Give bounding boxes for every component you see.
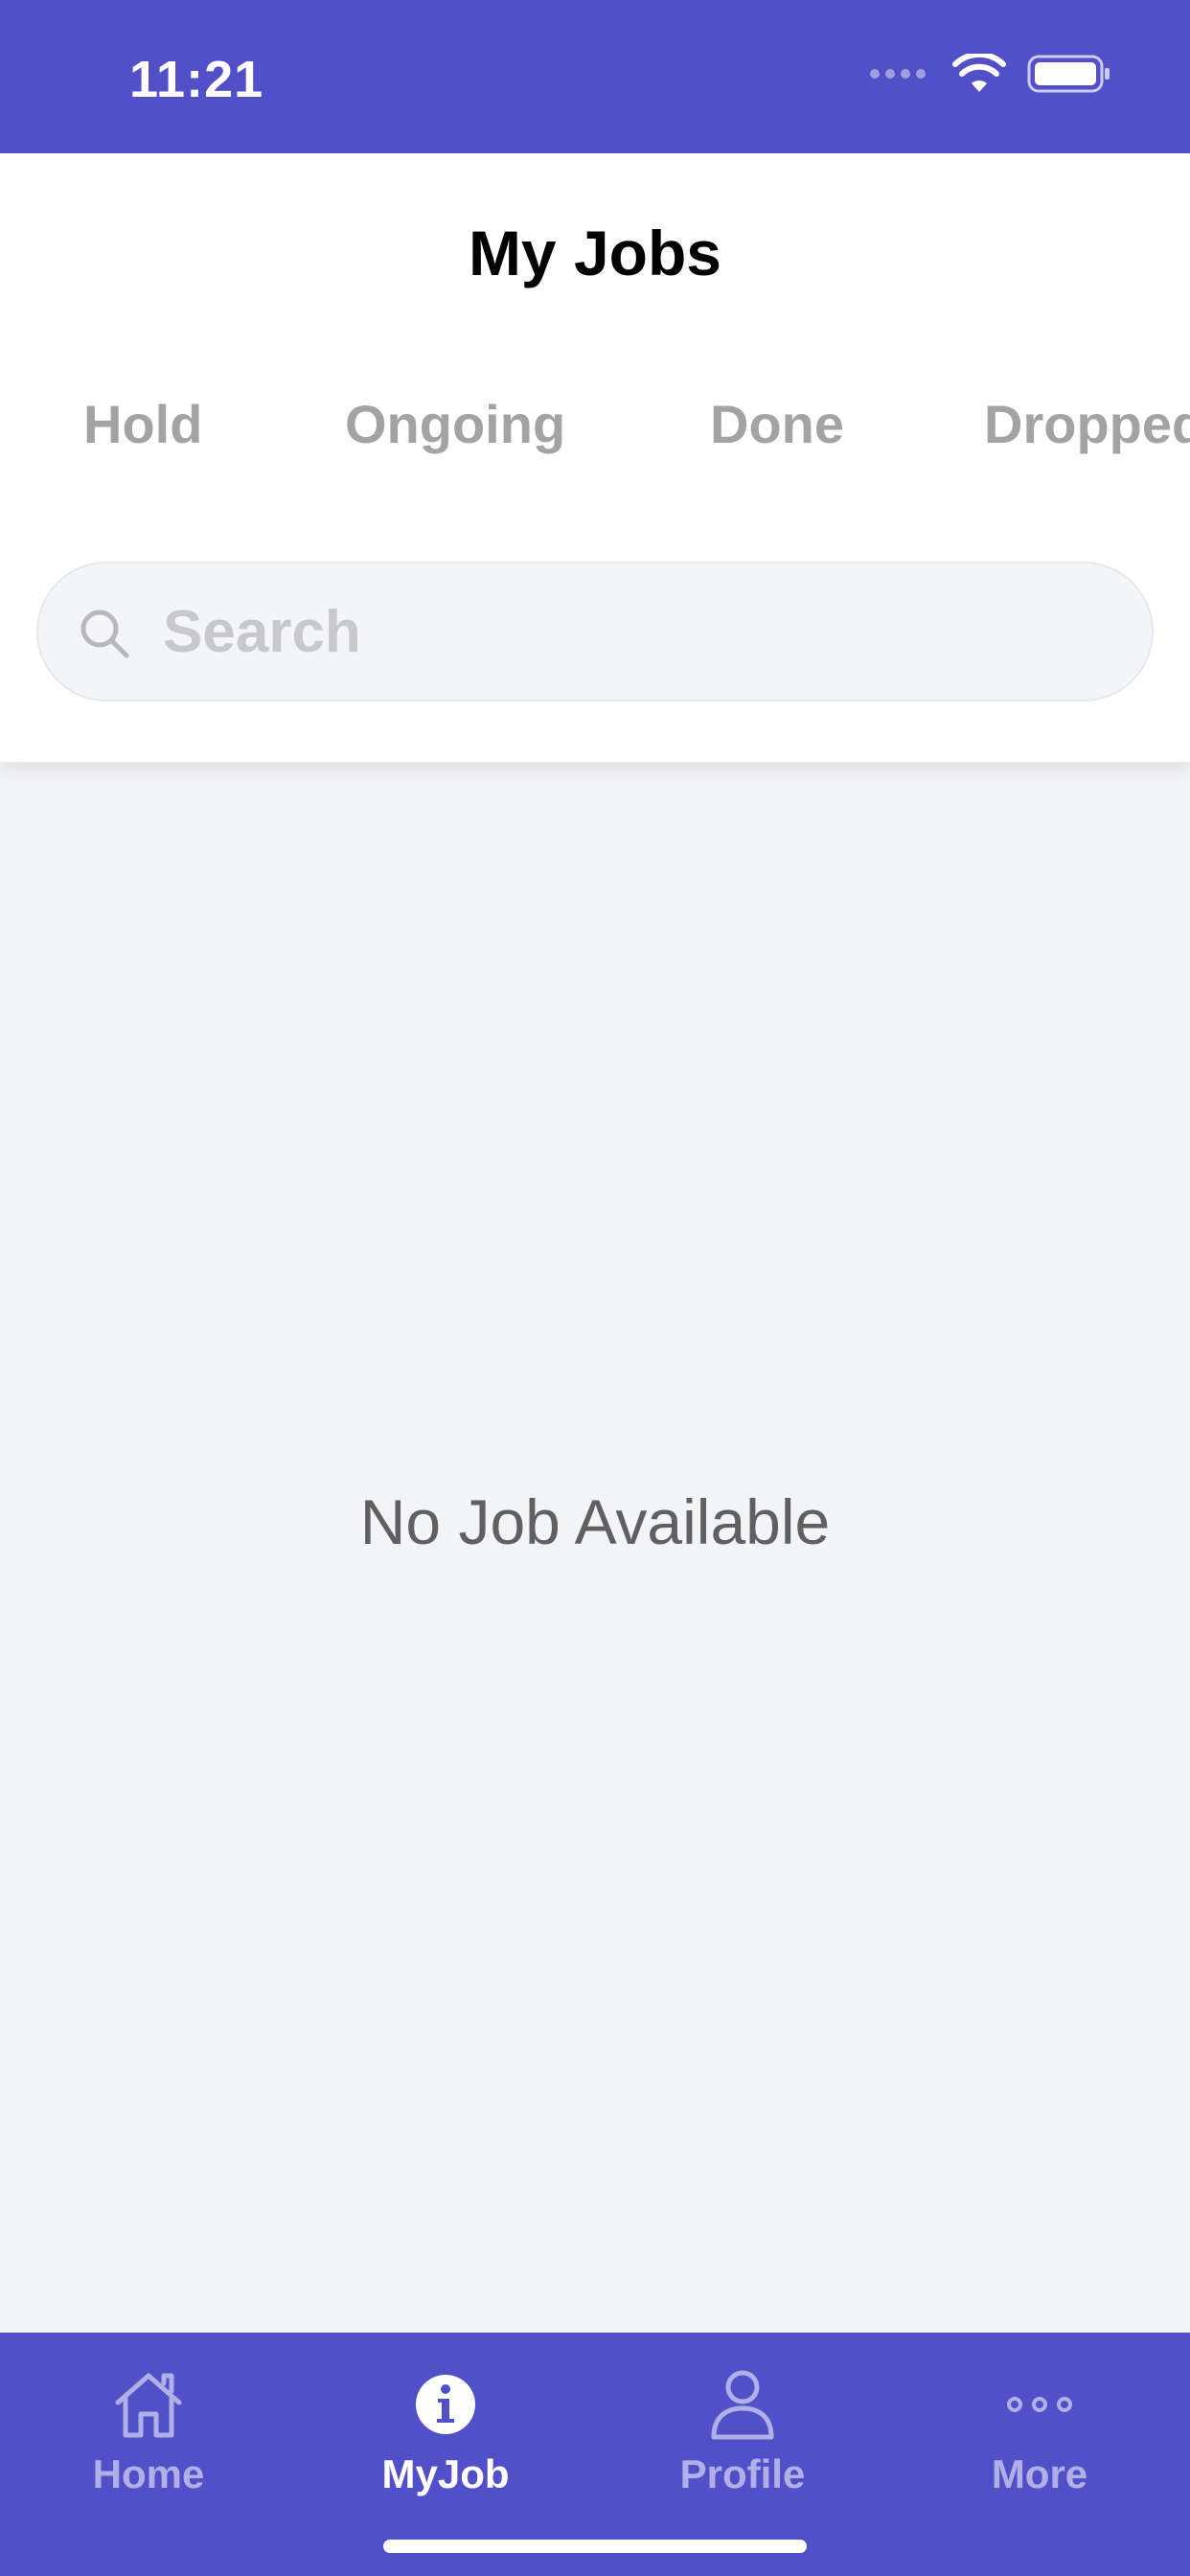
page-title: My Jobs [468, 218, 722, 288]
cellular-signal-icon [870, 69, 926, 79]
search-input[interactable] [163, 564, 1102, 700]
home-icon [115, 2373, 182, 2438]
my-jobs-screen: 11:21 My Jobs Hold Ongoing Done Dropped [0, 0, 1190, 2576]
job-status-tabs: Hold Ongoing Done Dropped [0, 393, 1190, 470]
nav-label-home: Home [92, 2451, 205, 2496]
battery-icon [1027, 55, 1110, 93]
tab-dropped[interactable]: Dropped [984, 393, 1190, 455]
tab-done[interactable]: Done [710, 393, 844, 455]
person-icon [711, 2370, 774, 2440]
bottom-nav: Home MyJob Profile More [0, 2333, 1190, 2576]
tab-hold[interactable]: Hold [83, 393, 202, 455]
search-icon [80, 610, 129, 658]
nav-item-more[interactable]: More [891, 2361, 1188, 2515]
nav-item-home[interactable]: Home [0, 2361, 297, 2515]
more-dots-icon [1007, 2397, 1072, 2412]
search-bar[interactable] [36, 562, 1154, 702]
tab-ongoing[interactable]: Ongoing [345, 393, 565, 455]
empty-state-message: No Job Available [359, 1486, 831, 1557]
header: My Jobs Hold Ongoing Done Dropped [0, 153, 1190, 762]
info-icon [416, 2375, 475, 2434]
status-time: 11:21 [129, 51, 264, 108]
status-icons [870, 54, 1111, 94]
nav-label-more: More [991, 2451, 1088, 2496]
home-indicator [383, 2540, 807, 2553]
status-bar: 11:21 [0, 0, 1190, 153]
wifi-icon [952, 54, 1006, 92]
nav-label-myjob: MyJob [381, 2451, 510, 2496]
nav-item-myjob[interactable]: MyJob [297, 2361, 594, 2515]
nav-label-profile: Profile [679, 2451, 806, 2496]
nav-item-profile[interactable]: Profile [594, 2361, 891, 2515]
